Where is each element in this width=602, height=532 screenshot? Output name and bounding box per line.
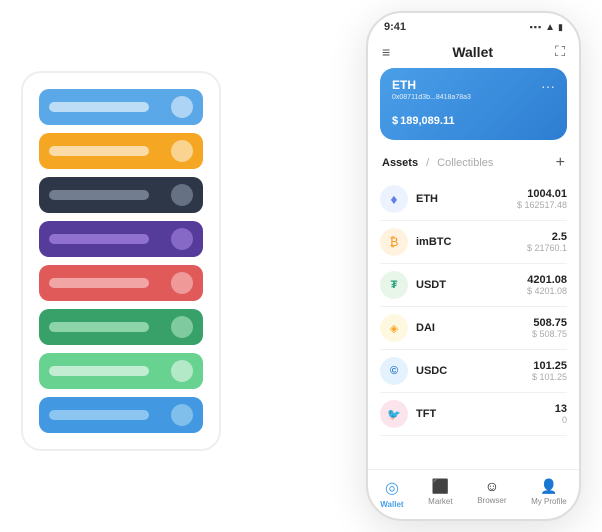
nav-profile-label: My Profile	[531, 497, 567, 506]
card-bar	[49, 190, 149, 200]
eth-icon: ♦	[380, 185, 408, 213]
nav-profile[interactable]: 👤 My Profile	[531, 478, 567, 509]
list-item[interactable]	[39, 309, 203, 345]
eth-card[interactable]: ETH 0x08711d3b...8418a78a3 $189,089.11 ·…	[380, 68, 567, 140]
list-item[interactable]	[39, 133, 203, 169]
asset-usd: $ 162517.48	[517, 200, 567, 210]
asset-values: 4201.08 $ 4201.08	[527, 274, 567, 296]
usdt-icon: ₮	[380, 271, 408, 299]
tab-collectibles[interactable]: Collectibles	[437, 157, 493, 169]
asset-usd: $ 4201.08	[527, 286, 567, 296]
table-row[interactable]: ₮ USDT 4201.08 $ 4201.08	[380, 264, 567, 307]
assets-list: ♦ ETH 1004.01 $ 162517.48 ₿ imBTC 2.5 $ …	[368, 178, 579, 469]
asset-amount: 508.75	[532, 317, 567, 329]
page-title: Wallet	[452, 44, 493, 60]
status-time: 9:41	[384, 21, 406, 33]
asset-name: USDT	[416, 279, 527, 291]
asset-amount: 13	[555, 403, 567, 415]
card-dot	[171, 316, 193, 338]
card-bar	[49, 102, 149, 112]
table-row[interactable]: ♦ ETH 1004.01 $ 162517.48	[380, 178, 567, 221]
list-item[interactable]	[39, 265, 203, 301]
list-item[interactable]	[39, 89, 203, 125]
tab-separator: /	[426, 157, 429, 169]
usdc-icon: ©	[380, 357, 408, 385]
market-nav-icon: ⬛	[432, 478, 449, 495]
asset-name: TFT	[416, 408, 555, 420]
card-stack	[21, 71, 221, 451]
card-dot	[171, 360, 193, 382]
status-bar: 9:41 ▪▪▪ ▲ ▮	[368, 13, 579, 37]
eth-card-amount: $189,089.11	[392, 107, 555, 130]
add-asset-button[interactable]: +	[556, 154, 565, 172]
menu-icon[interactable]: ≡	[382, 44, 390, 60]
imbtc-icon: ₿	[380, 228, 408, 256]
card-dot	[171, 184, 193, 206]
asset-values: 13 0	[555, 403, 567, 425]
asset-usd: $ 508.75	[532, 329, 567, 339]
card-dot	[171, 404, 193, 426]
card-bar	[49, 146, 149, 156]
assets-header: Assets / Collectibles +	[368, 150, 579, 178]
table-row[interactable]: ₿ imBTC 2.5 $ 21760.1	[380, 221, 567, 264]
card-bar	[49, 410, 149, 420]
eth-card-label: ETH	[392, 78, 555, 92]
list-item[interactable]	[39, 177, 203, 213]
list-item[interactable]	[39, 397, 203, 433]
card-bar	[49, 234, 149, 244]
asset-name: imBTC	[416, 236, 527, 248]
profile-nav-icon: 👤	[540, 478, 557, 495]
scene: 9:41 ▪▪▪ ▲ ▮ ≡ Wallet ⛶ ETH 0x08711d3b..…	[11, 11, 591, 521]
table-row[interactable]: ◈ DAI 508.75 $ 508.75	[380, 307, 567, 350]
asset-usd: $ 21760.1	[527, 243, 567, 253]
nav-browser-label: Browser	[477, 496, 506, 505]
battery-icon: ▮	[558, 22, 563, 33]
asset-name: ETH	[416, 193, 517, 205]
eth-card-menu[interactable]: ···	[541, 78, 555, 94]
card-dot	[171, 140, 193, 162]
asset-values: 2.5 $ 21760.1	[527, 231, 567, 253]
eth-card-address: 0x08711d3b...8418a78a3	[392, 94, 555, 101]
nav-browser[interactable]: ☺ Browser	[477, 478, 506, 509]
table-row[interactable]: © USDC 101.25 $ 101.25	[380, 350, 567, 393]
tft-icon: 🐦	[380, 400, 408, 428]
phone-mockup: 9:41 ▪▪▪ ▲ ▮ ≡ Wallet ⛶ ETH 0x08711d3b..…	[366, 11, 581, 521]
phone-header: ≡ Wallet ⛶	[368, 37, 579, 68]
expand-icon[interactable]: ⛶	[555, 43, 565, 60]
asset-usd: $ 101.25	[532, 372, 567, 382]
card-bar	[49, 278, 149, 288]
card-bar	[49, 366, 149, 376]
asset-amount: 1004.01	[517, 188, 567, 200]
tab-assets[interactable]: Assets	[382, 157, 418, 169]
status-icons: ▪▪▪ ▲ ▮	[530, 22, 563, 33]
nav-market[interactable]: ⬛ Market	[428, 478, 452, 509]
asset-values: 1004.01 $ 162517.48	[517, 188, 567, 210]
asset-amount: 101.25	[532, 360, 567, 372]
card-dot	[171, 96, 193, 118]
wallet-nav-icon: ◎	[385, 478, 399, 498]
wifi-icon: ▲	[545, 22, 555, 33]
list-item[interactable]	[39, 353, 203, 389]
table-row[interactable]: 🐦 TFT 13 0	[380, 393, 567, 436]
nav-wallet[interactable]: ◎ Wallet	[380, 478, 403, 509]
asset-values: 508.75 $ 508.75	[532, 317, 567, 339]
currency-symbol: $	[392, 115, 398, 127]
browser-nav-icon: ☺	[485, 478, 499, 494]
card-dot	[171, 272, 193, 294]
list-item[interactable]	[39, 221, 203, 257]
nav-wallet-label: Wallet	[380, 500, 403, 509]
asset-name: USDC	[416, 365, 532, 377]
bottom-nav: ◎ Wallet ⬛ Market ☺ Browser 👤 My Profile	[368, 469, 579, 519]
assets-tabs: Assets / Collectibles	[382, 157, 493, 169]
signal-icon: ▪▪▪	[530, 22, 543, 32]
asset-usd: 0	[555, 415, 567, 425]
asset-amount: 4201.08	[527, 274, 567, 286]
card-dot	[171, 228, 193, 250]
asset-values: 101.25 $ 101.25	[532, 360, 567, 382]
asset-amount: 2.5	[527, 231, 567, 243]
dai-icon: ◈	[380, 314, 408, 342]
card-bar	[49, 322, 149, 332]
nav-market-label: Market	[428, 497, 452, 506]
asset-name: DAI	[416, 322, 532, 334]
